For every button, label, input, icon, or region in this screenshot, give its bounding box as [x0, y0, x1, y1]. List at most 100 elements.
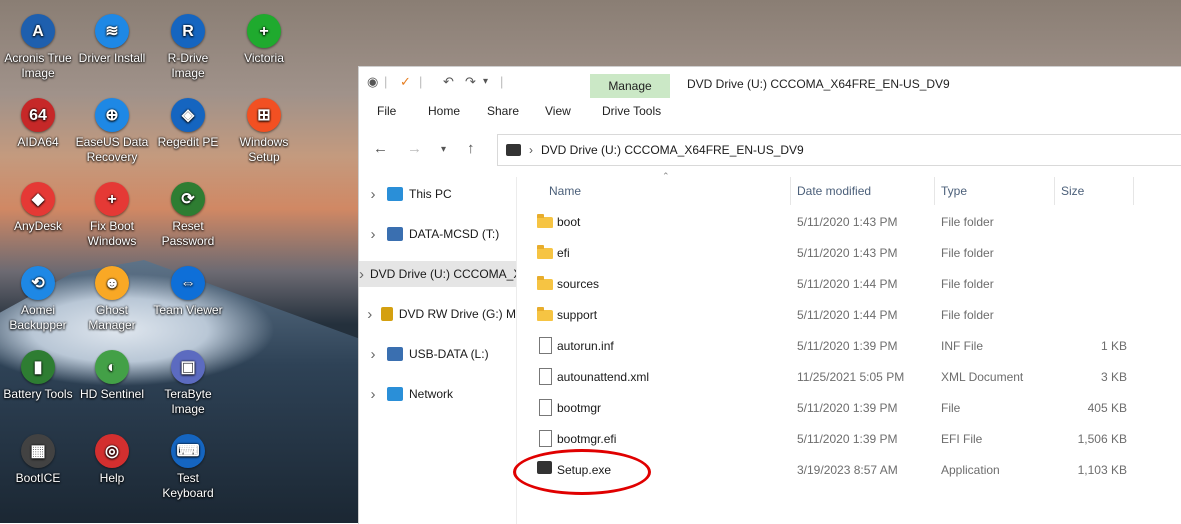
- file-row[interactable]: boot 5/11/2020 1:43 PM File folder: [517, 207, 1181, 238]
- folder-icon: [537, 214, 553, 228]
- column-divider[interactable]: [934, 177, 935, 205]
- file-name: efi: [557, 246, 570, 260]
- column-header-date[interactable]: Date modified: [797, 184, 871, 204]
- nav-item[interactable]: › DVD RW Drive (G:) M: [359, 301, 516, 327]
- desktop-icon-windows-setup[interactable]: ⊞ Windows Setup: [226, 98, 302, 165]
- monitor-icon: [387, 187, 403, 201]
- nav-item-label: This PC: [409, 187, 452, 201]
- file-name: bootmgr: [557, 401, 602, 415]
- desktop-icon-fix-boot[interactable]: + Fix Boot Windows: [74, 182, 150, 249]
- bootice-icon: ▦: [21, 434, 55, 468]
- file-name: autounattend.xml: [557, 370, 650, 384]
- ghost-manager-icon: ☻: [95, 266, 129, 300]
- file-row[interactable]: bootmgr 5/11/2020 1:39 PM File 405 KB: [517, 393, 1181, 424]
- expand-chevron-icon[interactable]: ›: [359, 306, 381, 323]
- manage-tab[interactable]: Manage: [590, 74, 670, 98]
- forward-arrow-icon[interactable]: →: [407, 140, 422, 157]
- tab-view[interactable]: View: [545, 104, 571, 118]
- desktop-icon-terabyte[interactable]: ▣ TeraByte Image: [150, 350, 226, 417]
- desktop-icon-aomei[interactable]: ⟲ Aomei Backupper: [0, 266, 76, 333]
- desktop-icon-battery-tools[interactable]: ▮ Battery Tools: [0, 350, 76, 402]
- file-row[interactable]: autounattend.xml 11/25/2021 5:05 PM XML Do…: [517, 362, 1181, 393]
- column-divider[interactable]: [790, 177, 791, 205]
- desktop-icon-label: Regedit PE: [157, 135, 219, 149]
- recent-locations-chevron-icon[interactable]: ▾: [441, 144, 446, 155]
- file-date: 5/11/2020 1:43 PM: [797, 246, 898, 260]
- expand-chevron-icon[interactable]: ›: [359, 186, 387, 203]
- expand-chevron-icon[interactable]: ›: [359, 346, 387, 363]
- expand-chevron-icon[interactable]: ›: [359, 266, 364, 283]
- desktop-icon-driver-install[interactable]: ≋ Driver Install: [74, 14, 150, 66]
- file-type: File folder: [941, 215, 994, 229]
- desktop-icon-aida64[interactable]: 64 AIDA64: [0, 98, 76, 150]
- reset-password-icon: ⟳: [171, 182, 205, 216]
- nav-item-label: USB-DATA (L:): [409, 347, 489, 361]
- desktop-icon-reset-password[interactable]: ⟳ Reset Password: [150, 182, 226, 249]
- desktop-icon-r-drive[interactable]: R R-Drive Image: [150, 14, 226, 81]
- desktop-icon-label: Battery Tools: [3, 387, 73, 401]
- file-name: bootmgr.efi: [557, 432, 617, 446]
- file-row[interactable]: autorun.inf 5/11/2020 1:39 PM INF File 1 KB: [517, 331, 1181, 362]
- column-header-size[interactable]: Size: [1061, 184, 1084, 204]
- file-row[interactable]: sources 5/11/2020 1:44 PM File folder: [517, 269, 1181, 300]
- desktop-icon-help[interactable]: ◎ Help: [74, 434, 150, 486]
- desktop-icon-acronis[interactable]: A Acronis True Image: [0, 14, 76, 81]
- desktop-icon-anydesk[interactable]: ◆ AnyDesk: [0, 182, 76, 234]
- file-size: 3 KB: [1100, 370, 1127, 384]
- fix-boot-icon: +: [95, 182, 129, 216]
- nav-item[interactable]: › Network: [359, 381, 516, 407]
- desktop-icon-label: EaseUS Data Recovery: [75, 135, 149, 164]
- expand-chevron-icon[interactable]: ›: [359, 226, 387, 243]
- back-arrow-icon[interactable]: ←: [373, 140, 388, 157]
- desktop-icon-label: Help: [99, 471, 125, 485]
- tab-file[interactable]: File: [377, 104, 396, 118]
- nav-item[interactable]: › DVD Drive (U:) CCCOMA_X64FRE_EN-US_DV9: [359, 261, 516, 287]
- redo-icon[interactable]: ↷: [465, 74, 476, 90]
- column-divider[interactable]: [1133, 177, 1134, 205]
- file-size: 1,103 KB: [1077, 463, 1127, 477]
- column-divider[interactable]: [1054, 177, 1055, 205]
- file-row[interactable]: bootmgr.efi 5/11/2020 1:39 PM EFI File 1,50…: [517, 424, 1181, 455]
- desktop-icon-easeus[interactable]: ⊕ EaseUS Data Recovery: [74, 98, 150, 165]
- tab-share[interactable]: Share: [487, 104, 519, 118]
- desktop-icon-test-keyboard[interactable]: ⌨ Test Keyboard: [150, 434, 226, 501]
- file-date: 5/11/2020 1:39 PM: [797, 339, 898, 353]
- file-type: File folder: [941, 246, 994, 260]
- drive-icon[interactable]: ◉: [367, 74, 378, 90]
- desktop-icon-hd-sentinel[interactable]: ◐ HD Sentinel: [74, 350, 150, 402]
- file-size: 1 KB: [1100, 339, 1127, 353]
- nav-item[interactable]: › DATA-MCSD (T:): [359, 221, 516, 247]
- file-size: 405 KB: [1087, 401, 1127, 415]
- desktop-icon-label: HD Sentinel: [79, 387, 145, 401]
- properties-icon[interactable]: ✓: [400, 74, 411, 90]
- file-name: boot: [557, 215, 581, 229]
- file-row[interactable]: support 5/11/2020 1:44 PM File folder: [517, 300, 1181, 331]
- terabyte-icon: ▣: [171, 350, 205, 384]
- address-path: DVD Drive (U:) CCCOMA_X64FRE_EN-US_DV9: [541, 143, 804, 157]
- desktop-icon-ghost-manager[interactable]: ☻ Ghost Manager: [74, 266, 150, 333]
- desktop-icon-regedit-pe[interactable]: ◈ Regedit PE: [150, 98, 226, 150]
- nav-item[interactable]: › USB-DATA (L:): [359, 341, 516, 367]
- expand-chevron-icon[interactable]: ›: [359, 386, 387, 403]
- desktop-icon-team-viewer[interactable]: ⇔ Team Viewer: [150, 266, 226, 318]
- desktop-icon-label: BootICE: [15, 471, 61, 485]
- desktop-icon-label: Windows Setup: [239, 135, 289, 164]
- desktop-icon-label: Team Viewer: [153, 303, 223, 317]
- file-row[interactable]: efi 5/11/2020 1:43 PM File folder: [517, 238, 1181, 269]
- nav-item-label: Network: [409, 387, 454, 401]
- desktop-icon-bootice[interactable]: ▦ BootICE: [0, 434, 76, 486]
- file-date: 3/19/2023 8:57 AM: [797, 463, 898, 477]
- up-arrow-icon[interactable]: ↑: [467, 140, 475, 157]
- undo-icon[interactable]: ↶: [443, 74, 454, 90]
- file-explorer-window: ◉ | ✓ | ↶ ↷ ▾ | Manage DVD Drive (U:) CC…: [358, 66, 1181, 524]
- file-date: 11/25/2021 5:05 PM: [797, 370, 905, 384]
- tab-home[interactable]: Home: [428, 104, 460, 118]
- customize-chevron-icon[interactable]: ▾: [483, 76, 488, 87]
- address-bar[interactable]: › DVD Drive (U:) CCCOMA_X64FRE_EN-US_DV9: [497, 134, 1181, 166]
- desktop-icon-victoria[interactable]: + Victoria: [226, 14, 302, 66]
- column-header-type[interactable]: Type: [941, 184, 967, 204]
- desktop-icon-label: Fix Boot Windows: [87, 219, 137, 248]
- tab-drive-tools[interactable]: Drive Tools: [602, 104, 661, 118]
- column-header-name[interactable]: Name: [549, 184, 581, 204]
- nav-item[interactable]: › This PC: [359, 181, 516, 207]
